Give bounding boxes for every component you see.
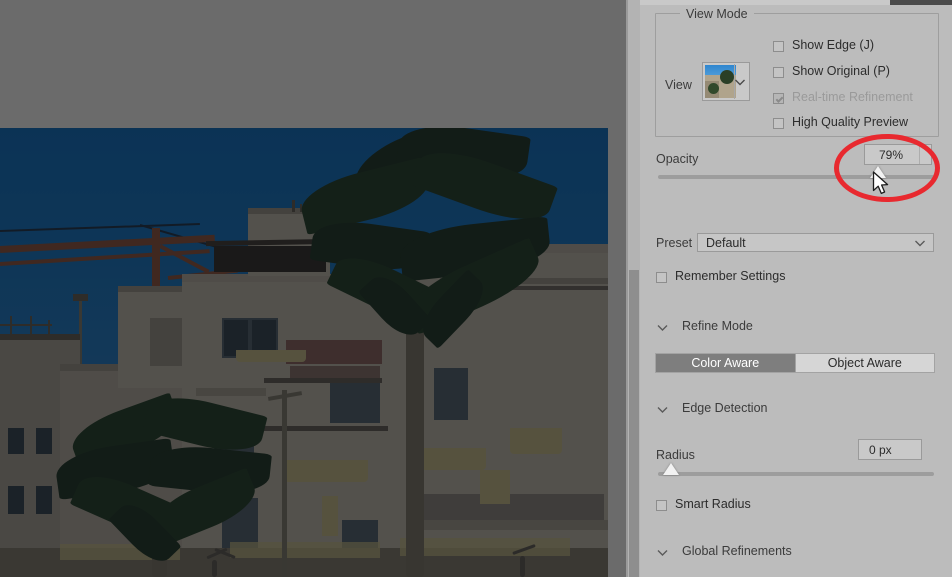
mouse-pointer-icon (872, 171, 889, 195)
remember-settings-checkbox[interactable] (656, 272, 667, 283)
panel-scrollbar-track[interactable] (628, 0, 640, 577)
remember-settings-label: Remember Settings (675, 269, 786, 283)
hotel-sign-sub (290, 366, 380, 378)
roof-antenna (292, 200, 295, 212)
high-quality-preview-label: High Quality Preview (792, 115, 909, 129)
chevron-down-icon[interactable] (656, 547, 669, 558)
preset-dropdown[interactable]: Default (697, 233, 934, 252)
radius-label: Radius (656, 448, 695, 462)
workspace (0, 0, 628, 577)
window (8, 486, 24, 514)
smart-radius-label: Smart Radius (675, 497, 751, 511)
show-edge-checkbox[interactable] (773, 41, 784, 52)
radius-slider-handle[interactable] (663, 463, 679, 475)
street-light-head (73, 294, 88, 301)
show-original-checkbox[interactable] (773, 67, 784, 78)
balcony-rail (264, 378, 382, 383)
palm-trunk-right (406, 308, 424, 577)
panel-scrollbar-thumb[interactable] (629, 270, 639, 577)
window (330, 383, 380, 423)
awning (236, 350, 306, 362)
refine-mode-object-aware-button[interactable]: Object Aware (795, 354, 934, 372)
radius-value: 0 px (869, 442, 892, 457)
radius-slider-track[interactable] (658, 472, 934, 476)
street-lamp-pole (282, 390, 287, 577)
tree-trunk (520, 556, 525, 577)
show-edge-label: Show Edge (J) (792, 38, 874, 52)
chevron-down-icon[interactable] (656, 404, 669, 415)
cornice (0, 334, 80, 340)
awning (420, 448, 486, 470)
chevron-down-icon (735, 79, 745, 86)
edge-detection-label: Edge Detection (682, 401, 768, 415)
realtime-refinement-label: Real-time Refinement (792, 90, 913, 104)
balcony-slab (196, 388, 266, 396)
roof-pergola (214, 246, 326, 272)
preset-value: Default (706, 235, 746, 250)
refine-mode-label: Refine Mode (682, 319, 753, 333)
balcony-slab (420, 520, 608, 530)
photo-content (0, 128, 608, 577)
chevron-down-icon[interactable] (656, 322, 669, 333)
antenna-bar (0, 324, 52, 326)
awning (322, 496, 338, 536)
antenna (30, 316, 32, 336)
view-thumbnail (705, 65, 736, 98)
awning (284, 460, 368, 482)
tree-trunk (212, 560, 217, 577)
application-window: View Mode View Show Edge (J) Show Origin… (0, 0, 952, 577)
chevron-down-icon (915, 240, 925, 247)
refine-mode-color-aware-button[interactable]: Color Aware (656, 354, 795, 372)
window (36, 428, 52, 454)
properties-panel: View Mode View Show Edge (J) Show Origin… (640, 0, 952, 577)
radius-value-field[interactable]: 0 px (858, 439, 922, 460)
shop-awning (230, 542, 380, 558)
awning (510, 428, 562, 454)
global-refinements-label: Global Refinements (682, 544, 792, 558)
balustrade (424, 494, 604, 520)
awning (480, 470, 510, 504)
opacity-label: Opacity (656, 152, 699, 166)
shop-awning (400, 538, 570, 556)
refine-mode-segmented-control[interactable]: Color Aware Object Aware (655, 353, 935, 373)
show-original-label: Show Original (P) (792, 64, 890, 78)
view-mode-group-label: View Mode (680, 7, 754, 21)
view-label: View (665, 78, 692, 92)
smart-radius-checkbox[interactable] (656, 500, 667, 511)
preset-label: Preset (656, 236, 693, 250)
realtime-refinement-checkbox (773, 93, 784, 104)
window (8, 428, 24, 454)
window (434, 368, 468, 420)
view-dropdown[interactable] (702, 62, 750, 101)
high-quality-preview-checkbox[interactable] (773, 118, 784, 129)
window (36, 486, 52, 514)
image-canvas[interactable] (0, 128, 608, 577)
